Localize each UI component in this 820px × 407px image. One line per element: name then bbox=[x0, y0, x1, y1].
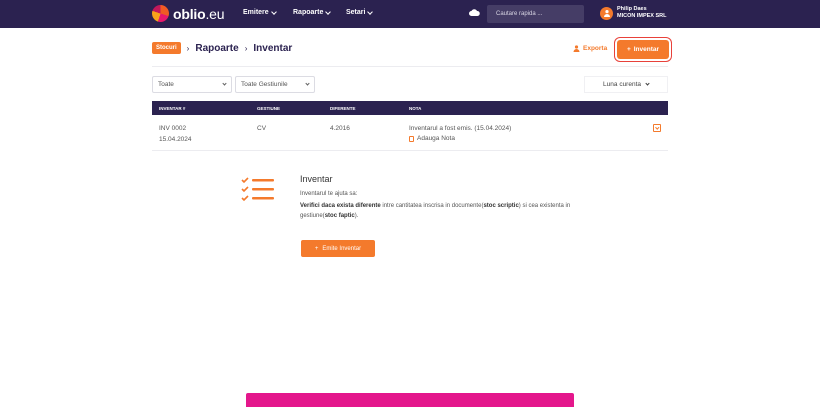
top-navbar: oblio.eu Emitere Rapoarte Setari Cautare… bbox=[0, 0, 820, 28]
search-input[interactable]: Cautare rapida ... bbox=[487, 5, 584, 23]
chevron-down-icon bbox=[655, 125, 659, 129]
info-description: Verifici daca exista diferente intre can… bbox=[300, 203, 571, 219]
plus-icon: + bbox=[626, 46, 631, 53]
plus-icon: + bbox=[314, 245, 319, 252]
nav-rapoarte[interactable]: Rapoarte bbox=[293, 8, 332, 16]
chevron-down-icon bbox=[305, 81, 310, 86]
page-title: Inventar bbox=[253, 42, 293, 54]
cloud-icon[interactable] bbox=[469, 9, 480, 16]
stocuri-badge[interactable]: Stocuri bbox=[152, 42, 181, 54]
user-menu[interactable]: Philip Daes MICON IMPEX SRL bbox=[600, 6, 667, 20]
nav-emitere[interactable]: Emitere bbox=[243, 8, 277, 16]
add-inventar-button[interactable]: + Inventar bbox=[617, 40, 669, 59]
breadcrumb-rapoarte[interactable]: Rapoarte bbox=[195, 43, 238, 54]
chevron-down-icon bbox=[367, 8, 374, 15]
col-inventar[interactable]: INVENTAR # bbox=[159, 106, 185, 111]
col-nota: NOTA bbox=[409, 106, 422, 111]
info-intro: Inventarul te ajuta sa: bbox=[300, 191, 358, 197]
company-name: MICON IMPEX SRL bbox=[617, 13, 667, 19]
user-name: Philip Daes bbox=[617, 6, 647, 12]
inventar-date: 15.04.2024 bbox=[159, 136, 192, 143]
info-title: Inventar bbox=[300, 174, 333, 184]
gestiune-cell: CV bbox=[257, 125, 267, 132]
table-header: INVENTAR # GESTIUNE DIFERENTE NOTA bbox=[152, 101, 668, 115]
checklist-icon bbox=[241, 177, 274, 202]
emite-inventar-button[interactable]: + Emite Inventar bbox=[301, 240, 375, 257]
col-gestiune[interactable]: GESTIUNE bbox=[257, 106, 280, 111]
logo-suffix: .eu bbox=[205, 5, 225, 22]
document-icon bbox=[409, 135, 414, 142]
logo-mark-icon bbox=[152, 5, 169, 22]
diferente-cell: 4.2016 bbox=[330, 125, 350, 132]
chevron-down-icon bbox=[270, 8, 277, 15]
user-export-icon bbox=[573, 45, 580, 52]
logo-text: oblio bbox=[173, 5, 206, 22]
divider bbox=[152, 66, 668, 67]
add-note-link[interactable]: Adauga Nota bbox=[409, 135, 455, 142]
nav-setari[interactable]: Setari bbox=[346, 8, 374, 16]
chevron-right-icon: › bbox=[244, 43, 248, 53]
table-row: INV 0002 15.04.2024 CV 4.2016 Inventarul… bbox=[152, 115, 668, 151]
expand-row-button[interactable] bbox=[653, 124, 661, 132]
nota-cell: Inventarul a fost emis. (15.04.2024) bbox=[409, 125, 512, 132]
chevron-down-icon bbox=[645, 81, 650, 86]
period-select[interactable]: Luna curenta bbox=[584, 76, 668, 93]
promo-banner[interactable] bbox=[246, 393, 574, 407]
chevron-down-icon bbox=[325, 8, 332, 15]
chevron-right-icon: › bbox=[186, 43, 190, 53]
breadcrumb: Stocuri › Rapoarte › Inventar bbox=[152, 42, 292, 54]
inventar-number-link[interactable]: INV 0002 bbox=[159, 125, 186, 132]
export-button[interactable]: Exporta bbox=[573, 45, 607, 52]
filter-gestiune-select[interactable]: Toate Gestiunile bbox=[235, 76, 315, 93]
col-diferente[interactable]: DIFERENTE bbox=[330, 106, 356, 111]
chevron-down-icon bbox=[222, 81, 227, 86]
logo[interactable]: oblio.eu bbox=[152, 5, 225, 22]
avatar-icon bbox=[600, 6, 613, 20]
filter-status-select[interactable]: Toate bbox=[152, 76, 232, 93]
